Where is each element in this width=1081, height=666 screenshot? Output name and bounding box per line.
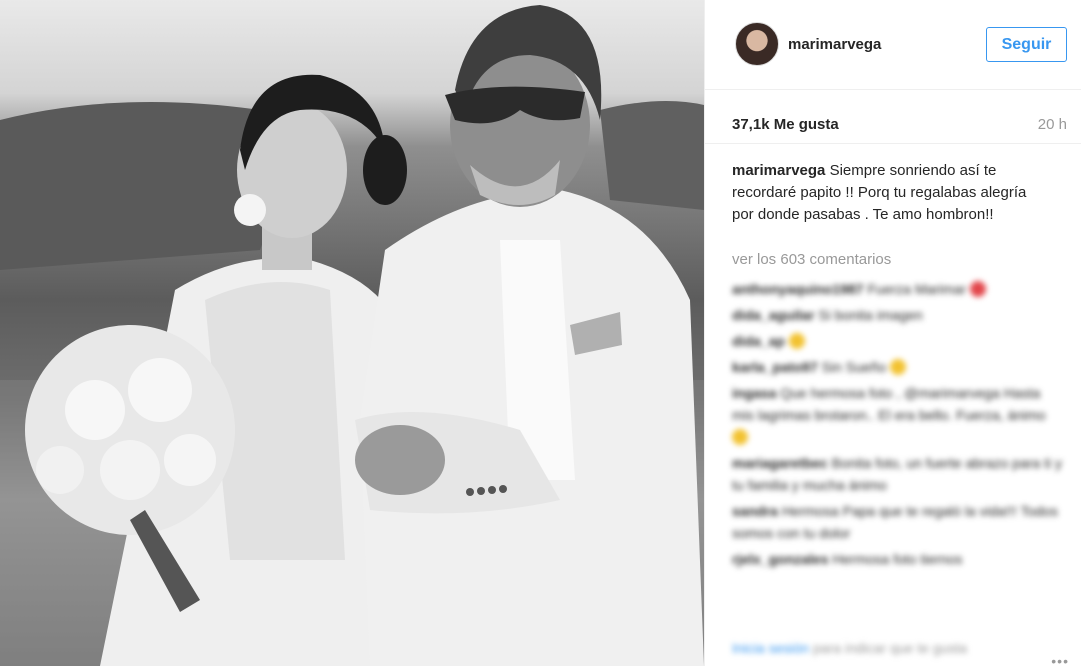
comment-username[interactable]: dida_aguilar	[732, 307, 814, 323]
post-details-panel: marimarvega Seguir 37,1k Me gusta 20 h m…	[705, 0, 1081, 666]
list-item: karla_pato97 Sin Sueño	[732, 356, 1062, 378]
view-all-comments-link[interactable]: ver los 603 comentarios	[732, 251, 891, 268]
more-options-icon[interactable]: •••	[1051, 653, 1069, 666]
wedding-photo-illustration	[0, 5, 704, 666]
comment-text: Si bonita imagen	[818, 307, 923, 323]
comment-username[interactable]: rjelx_gonzales	[732, 551, 829, 567]
likes-count[interactable]: 37,1k Me gusta	[732, 116, 839, 133]
emoji-icon	[788, 333, 805, 349]
likes-row: 37,1k Me gusta 20 h	[705, 90, 1081, 144]
comment-text: Que hermosa foto , @marimarvega Hasta mi…	[732, 385, 1046, 423]
list-item: anthonyaquino1987 Fuerza Marimar	[732, 278, 1062, 300]
list-item: rjelx_gonzales Hermosa foto tiernos	[732, 548, 1062, 570]
list-item: dida_aguilar Si bonita imagen	[732, 304, 1062, 326]
avatar[interactable]	[735, 22, 779, 66]
comment-username[interactable]: anthonyaquino1987	[732, 281, 863, 297]
comment-username[interactable]: sandra	[732, 503, 778, 519]
login-prompt-text: para indicar que te gusta	[812, 640, 968, 656]
list-item: sandra Hermosa Papa que te regaló la vid…	[732, 500, 1062, 544]
comment-text: Fuerza Marimar	[867, 281, 967, 297]
comment-username[interactable]: ingasa	[732, 385, 776, 401]
login-prompt: Inicia sesión para indicar que te gusta	[732, 640, 967, 656]
list-item: mariagaretbec Bonita foto, un fuerte abr…	[732, 452, 1062, 496]
post-header: marimarvega Seguir	[705, 0, 1081, 90]
emoji-icon	[890, 359, 906, 375]
emoji-icon	[970, 281, 987, 297]
list-item: dida_ap	[732, 330, 1062, 352]
list-item: ingasa Que hermosa foto , @marimarvega H…	[732, 382, 1062, 448]
post-photo[interactable]	[0, 0, 704, 666]
follow-button[interactable]: Seguir	[986, 27, 1067, 62]
comment-username[interactable]: dida_ap	[732, 333, 785, 349]
comment-text: Sin Sueño	[821, 359, 887, 375]
post-time[interactable]: 20 h	[1038, 116, 1067, 133]
username[interactable]: marimarvega	[788, 36, 881, 53]
caption-username[interactable]: marimarvega	[732, 162, 825, 179]
comment-username[interactable]: mariagaretbec	[732, 455, 828, 471]
comments-list: anthonyaquino1987 Fuerza Marimar dida_ag…	[732, 278, 1062, 570]
post-caption: marimarvega Siempre sonriendo así te rec…	[732, 160, 1042, 226]
emoji-icon	[732, 429, 748, 445]
comment-username[interactable]: karla_pato97	[732, 359, 818, 375]
login-link[interactable]: Inicia sesión	[732, 640, 809, 656]
comment-text: Hermosa foto tiernos	[832, 551, 963, 567]
comment-text: Hermosa Papa que te regaló la vida!!! To…	[732, 503, 1058, 541]
